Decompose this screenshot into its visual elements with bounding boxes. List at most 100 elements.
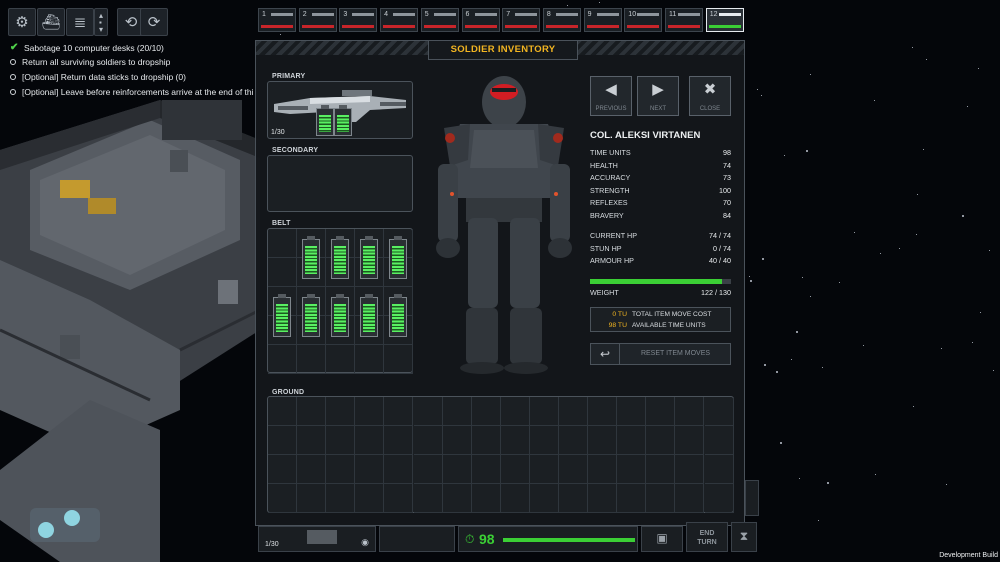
ammo-clip-icon[interactable]: [389, 294, 407, 337]
ground-cell[interactable]: [617, 426, 647, 455]
ground-cell[interactable]: [675, 397, 705, 426]
belt-cell[interactable]: [297, 345, 326, 374]
ground-cell[interactable]: [646, 484, 676, 513]
weapon-hud[interactable]: 1/30 ◉: [258, 526, 376, 552]
ground-cell[interactable]: [675, 455, 705, 484]
ground-cell[interactable]: [413, 484, 443, 513]
settings-button[interactable]: ⚙: [8, 8, 36, 36]
level-stepper[interactable]: ▴ ▪ ▾: [94, 8, 108, 36]
primary-slot[interactable]: 1/30: [267, 81, 413, 139]
ground-cell[interactable]: [297, 484, 327, 513]
ground-cell[interactable]: [384, 484, 414, 513]
end-turn-button[interactable]: END TURN: [686, 522, 728, 552]
ground-cell[interactable]: [471, 397, 501, 426]
soldier-tab[interactable]: 1: [258, 8, 296, 32]
ground-cell[interactable]: [384, 426, 414, 455]
soldier-tab[interactable]: 8: [542, 8, 581, 32]
ground-cell[interactable]: [326, 484, 356, 513]
ammo-clip-icon[interactable]: [302, 236, 320, 279]
belt-cell[interactable]: [268, 258, 297, 287]
ground-cell[interactable]: [704, 484, 734, 513]
kneel-button[interactable]: ▣: [641, 526, 683, 552]
belt-cell[interactable]: [268, 229, 297, 258]
close-button[interactable]: ✖ CLOSE: [689, 76, 731, 116]
ground-cell[interactable]: [355, 484, 385, 513]
soldier-tab[interactable]: 10: [624, 8, 663, 32]
ground-cell[interactable]: [559, 484, 589, 513]
ground-cell[interactable]: [500, 455, 530, 484]
rotate-view-button[interactable]: ⟳: [140, 8, 168, 36]
dropship-button[interactable]: ⛴: [37, 8, 65, 36]
ground-cell[interactable]: [355, 426, 385, 455]
ground-cell[interactable]: [675, 426, 705, 455]
ground-cell[interactable]: [442, 455, 472, 484]
ground-cell[interactable]: [268, 484, 298, 513]
secondary-slot[interactable]: [267, 155, 413, 212]
soldier-tab[interactable]: 11: [665, 8, 703, 32]
ground-cell[interactable]: [268, 455, 298, 484]
belt-cell[interactable]: [268, 345, 297, 374]
ground-cell[interactable]: [326, 455, 356, 484]
soldier-tab[interactable]: 12: [705, 8, 744, 32]
soldier-tab[interactable]: 3: [339, 8, 378, 32]
soldier-tab[interactable]: 4: [380, 8, 419, 32]
ground-cell[interactable]: [413, 397, 443, 426]
soldier-tab[interactable]: 5: [420, 8, 459, 32]
ground-cell[interactable]: [559, 426, 589, 455]
ground-cell[interactable]: [442, 484, 472, 513]
ammo-clip-icon[interactable]: [360, 294, 378, 337]
ground-cell[interactable]: [471, 455, 501, 484]
ground-cell[interactable]: [646, 397, 676, 426]
ammo-clip-icon[interactable]: [302, 294, 320, 337]
ground-cell[interactable]: [297, 455, 327, 484]
ground-cell[interactable]: [617, 455, 647, 484]
ground-cell[interactable]: [646, 455, 676, 484]
reset-item-moves-button[interactable]: ↩ RESET ITEM MOVES: [590, 343, 731, 365]
ground-cell[interactable]: [704, 397, 734, 426]
ground-cell[interactable]: [500, 426, 530, 455]
ground-cell[interactable]: [704, 426, 734, 455]
ground-cell[interactable]: [588, 484, 618, 513]
next-button[interactable]: ▶ NEXT: [637, 76, 679, 116]
ground-cell[interactable]: [529, 397, 559, 426]
ground-cell[interactable]: [529, 455, 559, 484]
belt-slot[interactable]: [267, 228, 413, 374]
ground-cell[interactable]: [355, 397, 385, 426]
ground-cell[interactable]: [297, 397, 327, 426]
previous-button[interactable]: ◀ PREVIOUS: [590, 76, 632, 116]
ground-cell[interactable]: [588, 426, 618, 455]
ground-cell[interactable]: [617, 484, 647, 513]
ground-cell[interactable]: [413, 455, 443, 484]
ground-cell[interactable]: [326, 426, 356, 455]
ground-cell[interactable]: [471, 426, 501, 455]
soldier-tab[interactable]: 6: [461, 8, 500, 32]
ground-cell[interactable]: [413, 426, 443, 455]
ground-cell[interactable]: [355, 455, 385, 484]
ground-cell[interactable]: [442, 397, 472, 426]
ground-cell[interactable]: [704, 455, 734, 484]
ground-cell[interactable]: [500, 484, 530, 513]
ground-cell[interactable]: [646, 426, 676, 455]
ground-cell[interactable]: [675, 484, 705, 513]
ground-slot[interactable]: [267, 396, 734, 513]
ground-cell[interactable]: [617, 397, 647, 426]
ground-cell[interactable]: [268, 426, 298, 455]
ground-cell[interactable]: [500, 397, 530, 426]
soldier-tab[interactable]: 2: [298, 8, 337, 32]
belt-cell[interactable]: [384, 345, 413, 374]
ground-cell[interactable]: [297, 426, 327, 455]
ammo-clip-icon[interactable]: [331, 236, 349, 279]
ground-cell[interactable]: [268, 397, 298, 426]
ammo-clip-icon[interactable]: [389, 236, 407, 279]
soldier-tab[interactable]: 7: [502, 8, 541, 32]
belt-cell[interactable]: [355, 345, 384, 374]
ground-cell[interactable]: [529, 426, 559, 455]
belt-cell[interactable]: [326, 345, 355, 374]
ammo-clip-icon[interactable]: [331, 294, 349, 337]
ground-cell[interactable]: [471, 484, 501, 513]
soldier-tab[interactable]: 9: [583, 8, 622, 32]
ground-cell[interactable]: [559, 397, 589, 426]
layers-button[interactable]: ≣: [66, 8, 94, 36]
ammo-clip-icon[interactable]: [273, 294, 291, 337]
ground-cell[interactable]: [588, 455, 618, 484]
